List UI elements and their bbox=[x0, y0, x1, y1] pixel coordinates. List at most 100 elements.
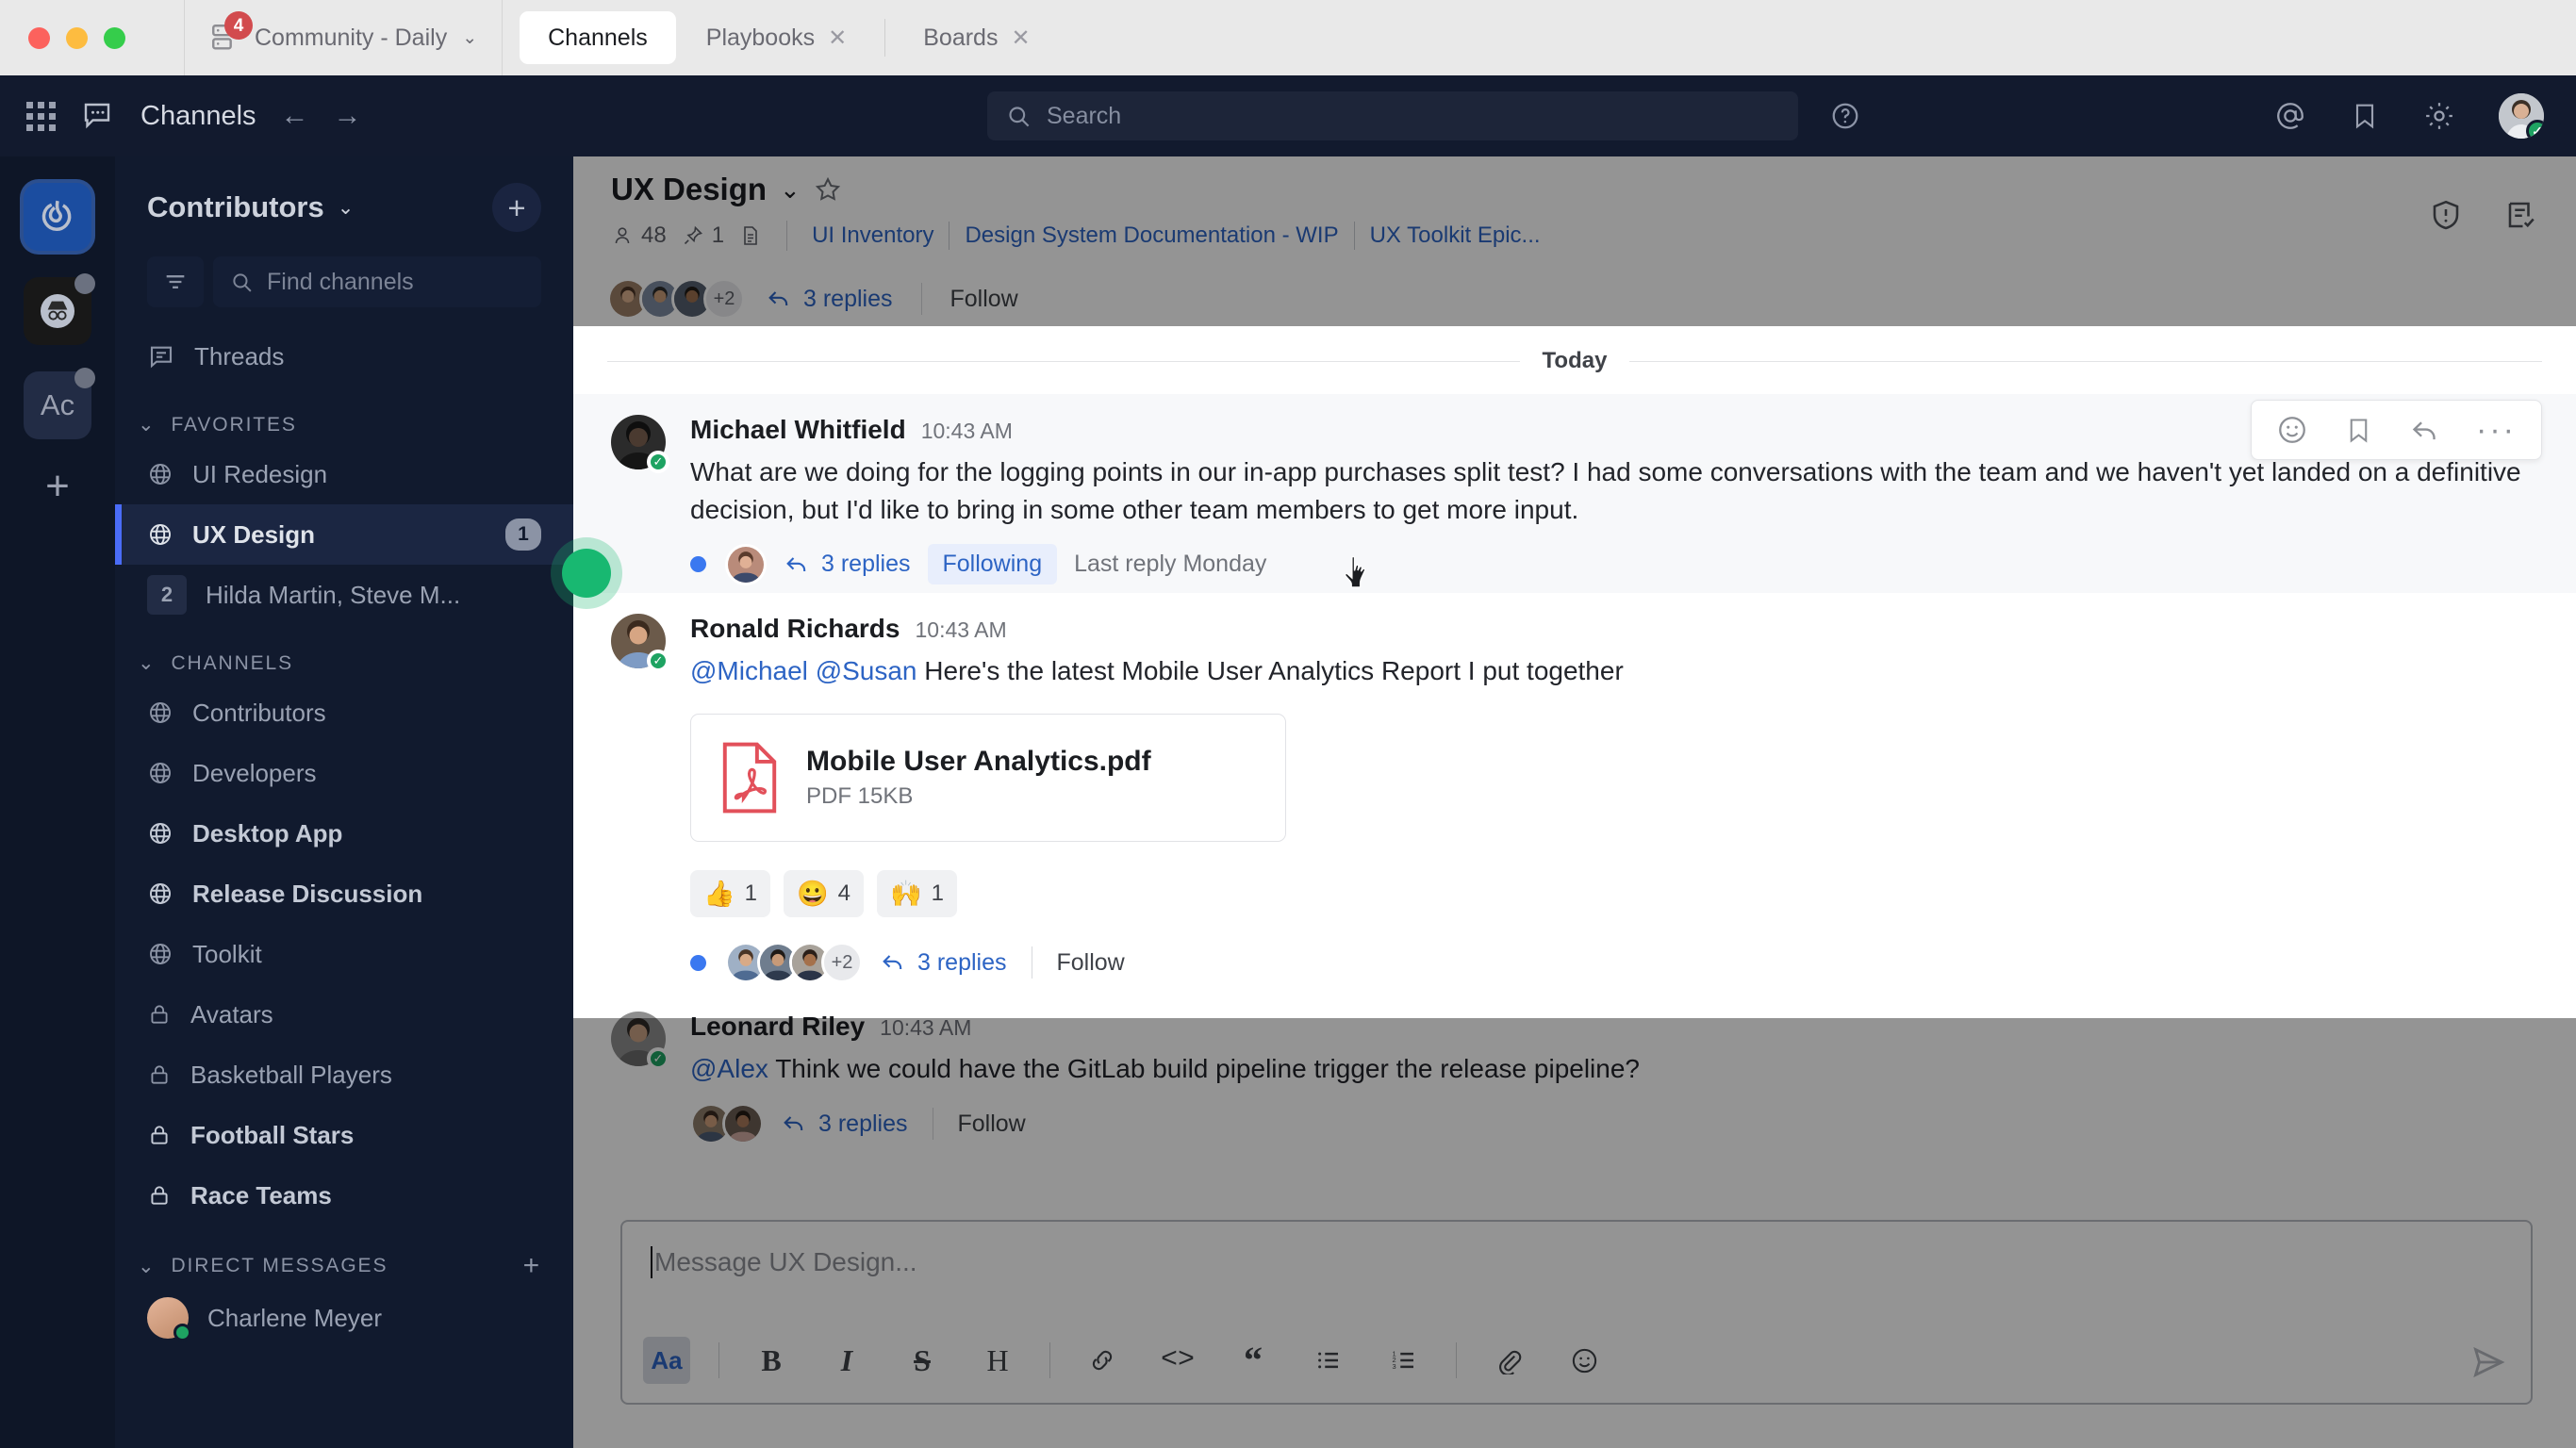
playbooks-checklist-icon[interactable] bbox=[2504, 198, 2538, 232]
tab-boards[interactable]: Boards ✕ bbox=[895, 11, 1058, 64]
channel-info-icon[interactable] bbox=[2429, 198, 2463, 232]
sidebar-item-contributors[interactable]: Contributors bbox=[115, 683, 573, 743]
message-michael-whitfield[interactable]: ✓ Michael Whitfield 10:43 AM What are we… bbox=[573, 394, 2576, 593]
maximize-window-button[interactable] bbox=[104, 26, 125, 49]
channel-name[interactable]: UX Design bbox=[611, 172, 767, 207]
message-input[interactable]: Message UX Design... bbox=[622, 1222, 2531, 1278]
thread-participants[interactable]: +2 bbox=[607, 278, 745, 320]
sidebar-item-basketball-players[interactable]: Basketball Players bbox=[115, 1045, 573, 1105]
saved-posts-icon[interactable] bbox=[2350, 101, 2380, 131]
sidebar-item-developers[interactable]: Developers bbox=[115, 743, 573, 803]
mention-michael[interactable]: @Michael bbox=[690, 656, 808, 685]
format-toggle-button[interactable]: Aa bbox=[643, 1337, 690, 1384]
message-ronald-richards[interactable]: ✓ Ronald Richards 10:43 AM @Michael @Sus… bbox=[573, 593, 2576, 992]
pinned-count[interactable]: 1 bbox=[682, 222, 724, 249]
sidebar-item-charlene-meyer[interactable]: Charlene Meyer bbox=[115, 1288, 573, 1348]
add-direct-message-button[interactable]: + bbox=[523, 1252, 541, 1280]
bold-button[interactable]: B bbox=[748, 1337, 795, 1384]
tab-channels[interactable]: Channels bbox=[520, 11, 676, 64]
thread-participants[interactable] bbox=[690, 1103, 764, 1144]
follow-button[interactable]: Follow bbox=[1057, 949, 1125, 977]
thread-replies-link[interactable]: 3 replies bbox=[766, 286, 893, 313]
thread-participants[interactable]: +2 bbox=[725, 942, 863, 984]
tab-playbooks[interactable]: Playbooks ✕ bbox=[678, 11, 875, 64]
message-hover-toolbar[interactable]: ··· bbox=[2251, 400, 2542, 460]
message-author[interactable]: Michael Whitfield bbox=[690, 415, 906, 445]
thread-replies-link[interactable]: 3 replies bbox=[781, 1111, 908, 1138]
rail-team-mattermost[interactable] bbox=[24, 183, 91, 251]
emoji-icon[interactable] bbox=[2276, 414, 2308, 446]
follow-button[interactable]: Follow bbox=[950, 286, 1018, 313]
mention-alex[interactable]: @Alex bbox=[690, 1054, 768, 1083]
reaction-smile[interactable]: 😀 4 bbox=[783, 870, 864, 918]
mention-susan[interactable]: @Susan bbox=[816, 656, 917, 685]
file-attachment-card[interactable]: Mobile User Analytics.pdf PDF 15KB bbox=[690, 714, 1286, 843]
channel-files-icon[interactable] bbox=[739, 224, 762, 247]
follow-button[interactable]: Follow bbox=[958, 1111, 1026, 1138]
add-channel-button[interactable]: + bbox=[492, 183, 541, 232]
strikethrough-button[interactable]: S bbox=[899, 1337, 946, 1384]
tutorial-pulse-indicator[interactable] bbox=[562, 549, 611, 598]
close-icon[interactable]: ✕ bbox=[1011, 25, 1030, 52]
message-leonard-riley[interactable]: ✓ Leonard Riley 10:43 AM @Alex Think we … bbox=[573, 991, 2576, 1152]
avatar[interactable]: ✓ bbox=[2499, 93, 2544, 139]
rail-team-ac[interactable]: Ac bbox=[24, 368, 95, 439]
team-switcher[interactable]: 4 Community - Daily ⌄ bbox=[185, 0, 504, 75]
thread-participants[interactable] bbox=[725, 543, 767, 585]
thread-replies-link[interactable]: 3 replies bbox=[784, 551, 911, 578]
sidebar-team-menu[interactable]: Contributors ⌄ bbox=[147, 190, 354, 224]
send-button[interactable] bbox=[2470, 1344, 2506, 1380]
following-badge[interactable]: Following bbox=[927, 544, 1058, 584]
numbered-list-icon[interactable]: 123 bbox=[1380, 1337, 1428, 1384]
sidebar-item-group-dm[interactable]: 2 Hilda Martin, Steve M... bbox=[115, 565, 573, 625]
close-icon[interactable]: ✕ bbox=[828, 25, 847, 52]
sidebar-item-ui-redesign[interactable]: UI Redesign bbox=[115, 444, 573, 504]
thread-replies-link[interactable]: 3 replies bbox=[880, 949, 1007, 977]
link-icon[interactable] bbox=[1079, 1337, 1126, 1384]
save-icon[interactable] bbox=[2344, 416, 2373, 445]
sidebar-item-toolkit[interactable]: Toolkit bbox=[115, 924, 573, 984]
avatar[interactable]: ✓ bbox=[611, 415, 669, 473]
attachment-icon[interactable] bbox=[1485, 1337, 1532, 1384]
more-icon[interactable]: ··· bbox=[2476, 414, 2517, 446]
sidebar-item-football-stars[interactable]: Football Stars bbox=[115, 1105, 573, 1165]
chevron-down-icon[interactable]: ⌄ bbox=[780, 175, 801, 205]
channel-header-link-3[interactable]: UX Toolkit Epic... bbox=[1370, 222, 1541, 249]
sidebar-item-desktop-app[interactable]: Desktop App bbox=[115, 803, 573, 864]
sidebar-section-channels[interactable]: ⌄ CHANNELS bbox=[115, 625, 573, 683]
reaction-thumbsup[interactable]: 👍 1 bbox=[690, 870, 770, 918]
forward-arrow-icon[interactable]: → bbox=[334, 100, 362, 132]
find-channels-input[interactable]: Find channels bbox=[213, 256, 541, 307]
reply-icon[interactable] bbox=[2409, 415, 2440, 446]
mentions-icon[interactable] bbox=[2274, 100, 2306, 132]
star-icon[interactable] bbox=[814, 175, 842, 204]
italic-button[interactable]: I bbox=[823, 1337, 870, 1384]
grid-icon[interactable] bbox=[26, 101, 56, 131]
sidebar-item-release-discussion[interactable]: Release Discussion bbox=[115, 864, 573, 924]
bullet-list-icon[interactable] bbox=[1305, 1337, 1352, 1384]
close-window-button[interactable] bbox=[28, 26, 50, 49]
sidebar-item-threads[interactable]: Threads bbox=[115, 326, 573, 387]
settings-gear-icon[interactable] bbox=[2423, 100, 2455, 132]
rail-team-incognito[interactable] bbox=[24, 273, 95, 345]
avatar[interactable]: ✓ bbox=[611, 613, 669, 672]
message-composer[interactable]: Message UX Design... Aa B I S H <> “ 123 bbox=[620, 1220, 2533, 1405]
sidebar-item-ux-design[interactable]: UX Design 1 bbox=[115, 504, 573, 565]
channel-header-link-2[interactable]: Design System Documentation - WIP bbox=[965, 222, 1338, 249]
add-team-button[interactable]: + bbox=[45, 466, 70, 507]
avatar[interactable]: ✓ bbox=[611, 1012, 669, 1071]
quote-icon[interactable]: “ bbox=[1230, 1337, 1277, 1384]
emoji-icon[interactable] bbox=[1560, 1337, 1608, 1384]
back-arrow-icon[interactable]: ← bbox=[281, 100, 309, 132]
search-input[interactable]: Search bbox=[987, 91, 1798, 140]
sidebar-section-direct-messages[interactable]: ⌄ DIRECT MESSAGES + bbox=[115, 1226, 573, 1288]
help-icon[interactable] bbox=[1830, 101, 1860, 131]
sidebar-section-favorites[interactable]: ⌄ FAVORITES bbox=[115, 387, 573, 444]
message-author[interactable]: Leonard Riley bbox=[690, 1012, 865, 1042]
member-count[interactable]: 48 bbox=[611, 222, 667, 249]
reaction-raised-hands[interactable]: 🙌 1 bbox=[876, 870, 957, 918]
filter-icon[interactable] bbox=[147, 256, 204, 307]
minimize-window-button[interactable] bbox=[66, 26, 88, 49]
code-icon[interactable]: <> bbox=[1154, 1337, 1201, 1384]
heading-button[interactable]: H bbox=[974, 1337, 1021, 1384]
